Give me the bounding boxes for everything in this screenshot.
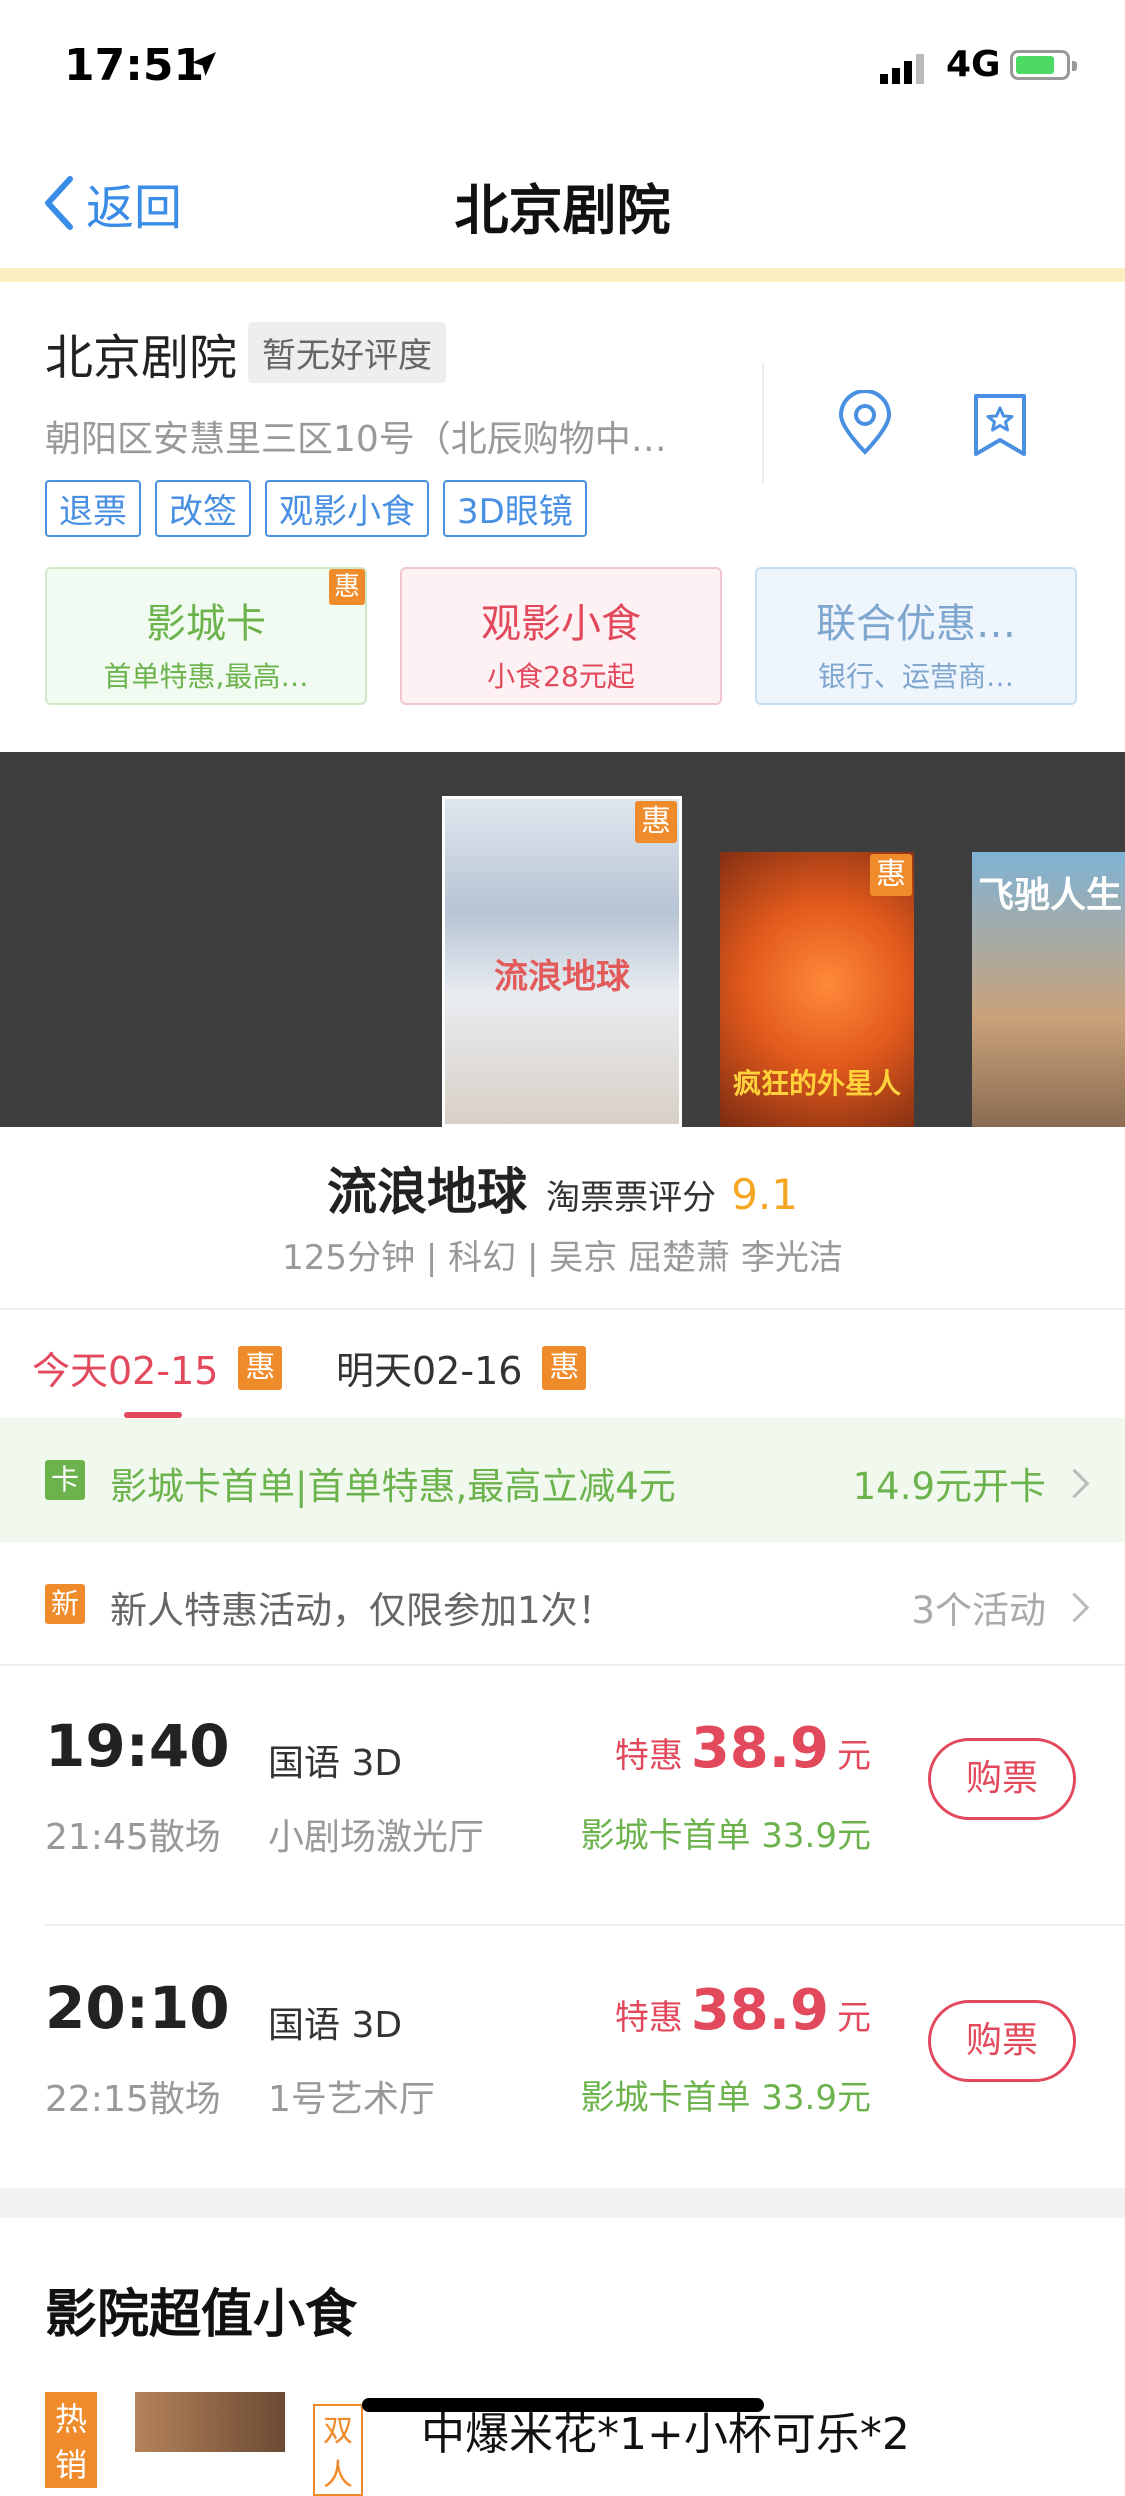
snacks-section-title: 影院超值小食 [45,2285,358,2345]
new-badge: 新 [45,1584,85,1624]
poster-selected[interactable]: 流浪地球 惠 [442,796,682,1127]
chevron-right-icon [1059,1592,1090,1622]
notice-strip [0,268,1125,282]
tab-tomorrow[interactable]: 明天02-16 惠 [336,1340,587,1395]
promo-card-subtitle: 银行、运营商… [817,660,1014,693]
rating-label: 淘票票评分 [546,1178,717,1218]
tag-refund: 退票 [45,480,141,537]
price-unit: 元 [837,1736,871,1776]
tag-change: 改签 [155,480,251,537]
promo-card-title: 观影小食 [481,601,641,647]
hall-name: 1号艺术厅 [268,2079,435,2120]
language-format: 国语 3D [268,2005,403,2046]
hall-name: 小剧场激光厅 [268,1817,485,1858]
battery-icon [1010,50,1077,80]
promo-card-title: 影城卡 [146,601,266,647]
cinema-card-offer-row[interactable]: 卡 影城卡首单|首单特惠,最高立减4元 14.9元开卡 [0,1418,1125,1542]
buy-ticket-button[interactable]: 购票 [928,2000,1076,2082]
buy-ticket-button[interactable]: 购票 [928,1738,1076,1820]
showtime-row: 19:40 21:45散场 国语 3D 小剧场激光厅 特惠 38.9 元 影城卡… [0,1666,1125,1930]
price-unit: 元 [837,1998,871,2038]
movie-header: 流浪地球 淘票票评分 9.1 [0,1152,1125,1224]
snack-image [135,2392,285,2452]
offer-text: 影城卡首单|首单特惠,最高立减4元 [110,1465,676,1508]
promo-card-cinema-card[interactable]: 影城卡 首单特惠,最高… 惠 [45,567,367,705]
promo-card-joint-offers[interactable]: 联合优惠… 银行、运营商… [755,567,1077,705]
price: 特惠 38.9 元 [615,1978,871,2043]
status-time: 17:51 [64,40,205,91]
promo-card-subtitle: 首单特惠,最高… [103,660,309,693]
movie-title: 流浪地球 [327,1163,527,1221]
price-label: 特惠 [614,1998,683,2038]
signal-icon [880,54,924,84]
location-pin-icon[interactable] [835,390,895,456]
nav-bar: 返回 北京剧院 [0,140,1125,268]
showtime-row: 20:10 22:15散场 国语 3D 1号艺术厅 特惠 38.9 元 影城卡首… [0,1928,1125,2192]
section-separator [0,2188,1125,2218]
discount-badge: 惠 [870,854,912,896]
movie-rating: 9.1 [731,1170,798,1219]
discount-badge: 惠 [635,801,677,843]
price: 特惠 38.9 元 [615,1716,871,1781]
cinema-name: 北京剧院 [45,330,238,386]
favorite-bookmark-icon[interactable] [970,390,1030,460]
tag-3d-glasses: 3D眼镜 [443,480,587,537]
tab-today[interactable]: 今天02-15 惠 [32,1340,283,1395]
poster[interactable]: 飞驰人生 [972,852,1125,1127]
hot-badge: 热销 [45,2392,98,2488]
discount-badge: 惠 [329,569,365,605]
tag-snack: 观影小食 [265,480,429,537]
tab-label: 今天02-15 [32,1349,219,1393]
home-indicator[interactable] [362,2398,764,2412]
divider [762,362,764,484]
network-type: 4G [946,44,1001,85]
poster-carousel[interactable]: 流浪地球 惠 疯狂的外星人 惠 飞驰人生 [0,752,1125,1127]
price-value: 38.9 [690,1716,829,1781]
card-badge: 卡 [45,1460,85,1500]
start-time: 19:40 [45,1712,230,1780]
promo-card-snacks[interactable]: 观影小食 小食28元起 [400,567,722,705]
new-user-offer-row[interactable]: 新 新人特惠活动，仅限参加1次！ 3个活动 [0,1542,1125,1664]
end-time: 22:15散场 [45,2079,221,2120]
chevron-right-icon [1059,1468,1090,1498]
offer-text: 新人特惠活动，仅限参加1次！ [110,1589,615,1632]
promo-card-title: 联合优惠… [816,601,1016,647]
divider [45,1924,1125,1926]
offer-action-label: 3个活动 [911,1589,1046,1632]
status-bar: 17:51 4G [0,0,1125,140]
page-title: 北京剧院 [454,179,671,242]
combo-tag: 双人 [313,2404,363,2496]
poster[interactable]: 疯狂的外星人 惠 [720,852,914,1127]
start-time: 20:10 [45,1974,230,2042]
price-value: 38.9 [690,1978,829,2043]
card-price: 影城卡首单 33.9元 [580,1816,871,1856]
discount-badge: 惠 [542,1345,587,1390]
poster-title: 疯狂的外星人 [732,1067,901,1100]
poster-title: 飞驰人生 [978,875,1123,916]
location-arrow-icon [192,52,216,76]
offer-action: 14.9元开卡 [852,1456,1090,1510]
rating-badge: 暂无好评度 [248,322,446,383]
movie-details: 125分钟 | 科幻 | 吴京 屈楚萧 李光洁 [282,1238,843,1278]
divider [0,1308,1125,1310]
offer-action: 3个活动 [911,1580,1090,1634]
service-tags: 退票 改签 观影小食 3D眼镜 [45,480,587,537]
end-time: 21:45散场 [45,1817,221,1858]
card-price: 影城卡首单 33.9元 [580,2078,871,2118]
cinema-address[interactable]: 朝阳区安慧里三区10号（北辰购物中… [45,410,735,462]
promo-card-subtitle: 小食28元起 [487,660,635,693]
offer-action-label: 14.9元开卡 [852,1465,1046,1508]
discount-badge: 惠 [238,1345,283,1390]
language-format: 国语 3D [268,1743,403,1784]
tab-label: 明天02-16 [336,1349,523,1393]
poster-title: 流浪地球 [494,957,630,997]
price-label: 特惠 [614,1736,683,1776]
